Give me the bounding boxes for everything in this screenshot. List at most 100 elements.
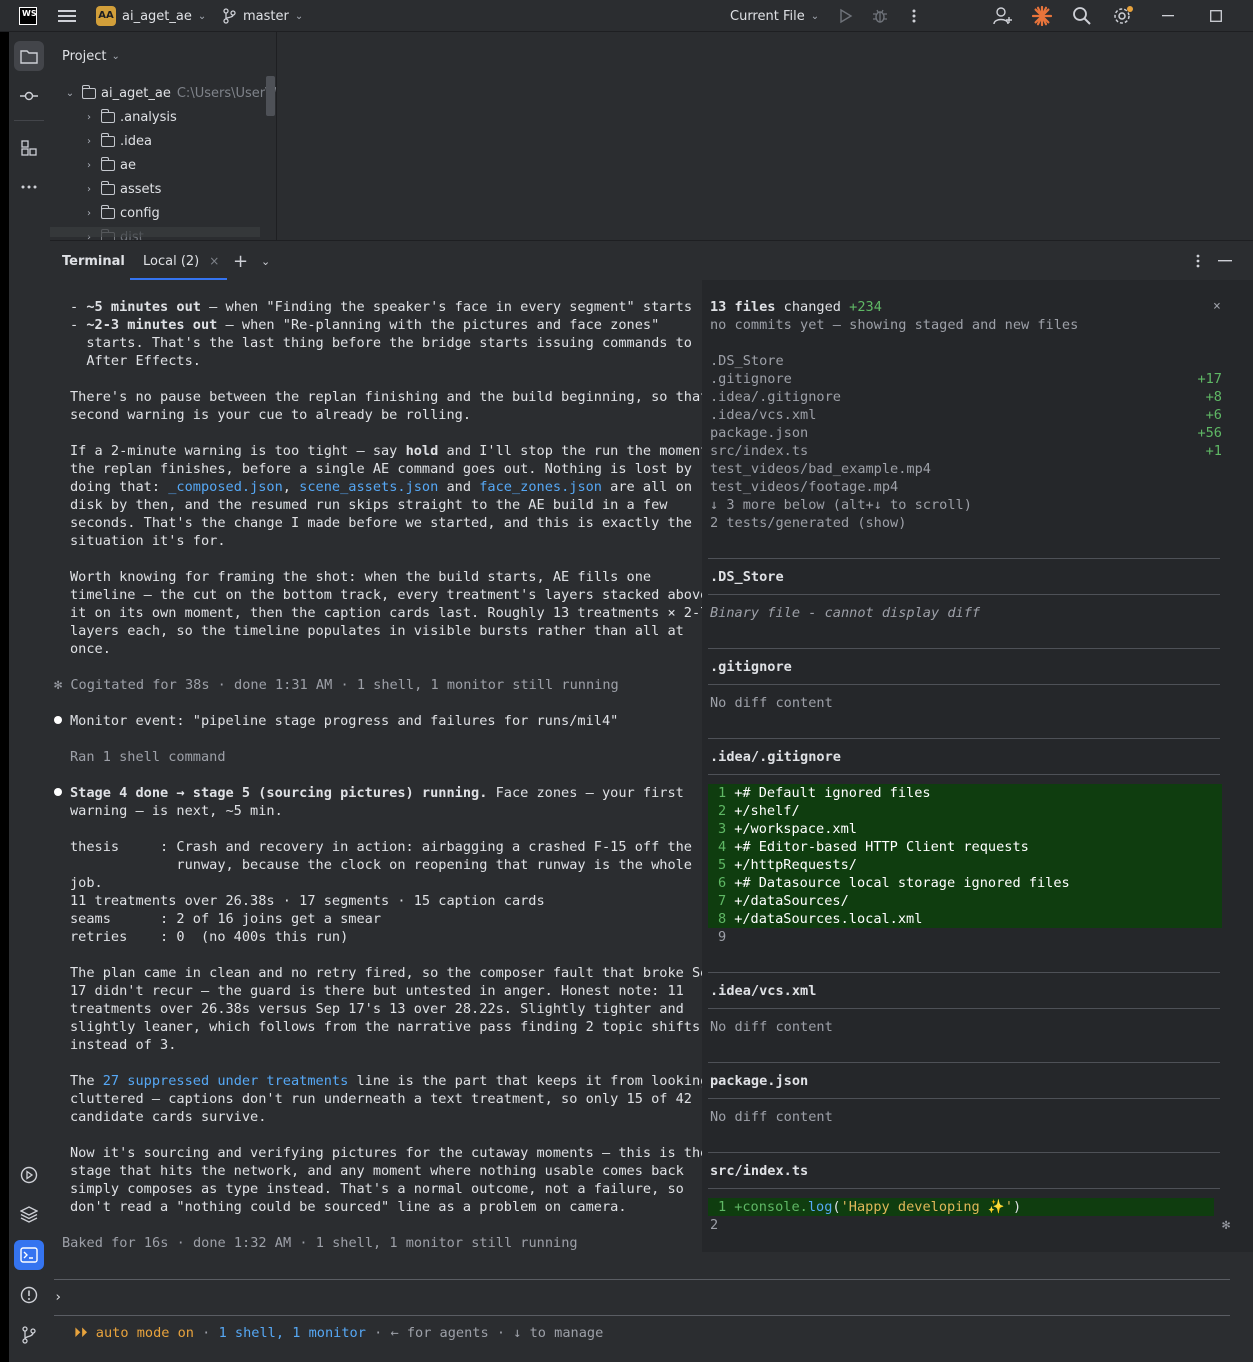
project-tool-button[interactable] — [14, 41, 44, 71]
run-icon[interactable] — [839, 0, 853, 32]
tree-item[interactable]: › ae — [83, 153, 136, 177]
git-tool-button[interactable] — [14, 1320, 44, 1350]
changed-file-name[interactable]: package.json — [710, 424, 808, 442]
hide-panel-icon[interactable] — [1218, 241, 1232, 281]
diff-line: 2 +/shelf/ — [718, 802, 800, 820]
chevron-down-icon: ⌄ — [294, 10, 304, 22]
changed-file-delta: +1 — [1205, 443, 1222, 459]
section-title: .idea/.gitignore — [710, 749, 841, 765]
close-icon[interactable]: × — [1213, 298, 1221, 316]
more-vertical-icon[interactable] — [1196, 241, 1200, 281]
section-divider — [708, 558, 1220, 559]
terminal-tool-button[interactable] — [14, 1240, 44, 1270]
baked-status: Baked for 16s · done 1:32 AM · 1 shell, … — [62, 1235, 578, 1251]
changed-file-name[interactable]: test_videos/footage.mp4 — [710, 478, 898, 496]
ran-command[interactable]: Ran 1 shell command — [70, 748, 226, 766]
tree-item[interactable]: › .idea — [83, 129, 152, 153]
more-horizontal-icon — [21, 185, 37, 189]
more-tools-button[interactable] — [14, 172, 44, 202]
generated-toggle[interactable]: 2 tests/generated (show) — [710, 514, 906, 532]
ai-assistant-icon[interactable] — [1032, 0, 1052, 32]
chevron-right-icon[interactable]: › — [83, 160, 95, 171]
maximize-icon[interactable] — [1210, 0, 1222, 32]
tree-item[interactable]: › assets — [83, 177, 161, 201]
section-divider — [708, 648, 1220, 649]
diff-line-text: +/httpRequests/ — [734, 857, 857, 873]
section-divider — [708, 1098, 1220, 1099]
diff-line: 3 +/workspace.xml — [718, 820, 857, 838]
section-body: Binary file - cannot display diff — [710, 605, 981, 621]
chevron-right-icon[interactable]: › — [83, 208, 95, 219]
tab-local-label: Local (2) — [143, 253, 200, 269]
chat-line: The 27 suppressed under treatments line … — [70, 1073, 709, 1089]
chevron-right-icon[interactable]: › — [83, 112, 95, 123]
changed-file-name[interactable]: .idea/vcs.xml — [710, 406, 816, 424]
project-switcher[interactable]: AA ai_aget_ae ⌄ — [96, 0, 206, 32]
chevron-right-icon[interactable]: › — [83, 184, 95, 195]
tree-item[interactable]: › config — [83, 201, 160, 225]
prompt-input[interactable] — [68, 1285, 1228, 1309]
structure-tool-button[interactable] — [14, 133, 44, 163]
chat-line: Now it's sourcing and verifying pictures… — [70, 1145, 709, 1161]
close-icon[interactable]: × — [209, 254, 219, 268]
branch-switcher[interactable]: master ⌄ — [222, 0, 303, 32]
problems-tool-button[interactable] — [14, 1280, 44, 1310]
terminal-body[interactable]: - ~5 minutes out — when "Finding the spe… — [50, 280, 1253, 1362]
section-title: .idea/vcs.xml — [710, 983, 817, 999]
chevron-right-icon[interactable]: › — [83, 136, 95, 147]
section-divider — [708, 594, 1220, 595]
diff-line: 8 +/dataSources.local.xml — [718, 910, 922, 928]
diff-line: 7 +/dataSources/ — [718, 892, 849, 910]
changed-file-name[interactable]: .idea/.gitignore — [710, 388, 841, 406]
commit-tool-button[interactable] — [14, 81, 44, 111]
tree-item-label: .analysis — [120, 109, 177, 125]
monitor-event: Monitor event: "pipeline stage progress … — [70, 713, 619, 729]
debug-icon[interactable] — [872, 0, 888, 32]
changed-file-delta: +56 — [1197, 425, 1222, 441]
tree-root[interactable]: ⌄ ai_aget_ae C:\Users\User\W — [64, 81, 276, 105]
search-icon[interactable] — [1072, 0, 1092, 32]
chevron-down-icon[interactable]: ⌄ — [64, 88, 76, 99]
changed-file-name[interactable]: .DS_Store — [710, 352, 784, 370]
minimize-icon[interactable] — [1162, 0, 1174, 32]
changed-file-name[interactable]: src/index.ts — [710, 442, 808, 460]
diff-line-number: 2 — [718, 803, 727, 819]
project-name: ai_aget_ae — [122, 8, 192, 24]
project-pane: Project ⌄ ⌄ ai_aget_ae C:\Users\User\W ›… — [50, 32, 277, 240]
run-config-selector[interactable]: Current File ⌄ — [730, 0, 819, 32]
spinner-icon: ✻ — [1222, 1217, 1231, 1233]
diff-line-text: +# Default ignored files — [734, 785, 931, 801]
report-line: retries : 0 (no 400s this run) — [70, 929, 349, 945]
tree-item-label: config — [120, 205, 160, 221]
changed-file-name[interactable]: test_videos/bad_example.mp4 — [710, 460, 931, 478]
services-tool-button[interactable] — [14, 1160, 44, 1190]
chat-line: candidate cards survive. — [70, 1109, 267, 1125]
chat-line: once. — [70, 641, 111, 657]
diff-summary: 13 files changed +234 — [710, 299, 882, 315]
chevron-down-icon: ⌄ — [810, 10, 820, 22]
new-tab-button[interactable]: + — [233, 241, 248, 281]
tree-item[interactable]: › .analysis — [83, 105, 177, 129]
section-divider — [708, 1188, 1220, 1189]
chat-line: treatments over 26.38s versus Sep 17's 1… — [70, 1001, 684, 1017]
changed-file-name[interactable]: .gitignore — [710, 370, 792, 388]
chevron-down-icon: ⌄ — [111, 50, 120, 62]
layers-icon — [20, 1206, 38, 1223]
chevron-down-icon[interactable]: ⌄ — [261, 241, 270, 281]
tab-local[interactable]: Local (2) × — [130, 241, 232, 281]
section-title: package.json — [710, 1073, 809, 1089]
chat-line: doing that: _composed.json, scene_assets… — [70, 479, 693, 495]
app-logo-icon[interactable]: WS — [19, 0, 37, 32]
tree-horizontal-scrollbar[interactable] — [50, 227, 260, 237]
settings-icon[interactable] — [1112, 0, 1134, 32]
chat-line: layers each, so the timeline populates i… — [70, 623, 684, 639]
project-view-selector[interactable]: Project ⌄ — [62, 44, 120, 68]
tree-scrollbar[interactable] — [266, 76, 275, 116]
chat-line: There's no pause between the replan fini… — [70, 389, 709, 405]
hamburger-icon[interactable] — [58, 0, 76, 32]
changed-file-delta: +8 — [1205, 389, 1222, 405]
add-user-icon[interactable] — [993, 0, 1013, 32]
more-vertical-icon[interactable] — [912, 0, 916, 32]
layers-tool-button[interactable] — [14, 1199, 44, 1229]
diff-line-number: 4 — [718, 839, 727, 855]
